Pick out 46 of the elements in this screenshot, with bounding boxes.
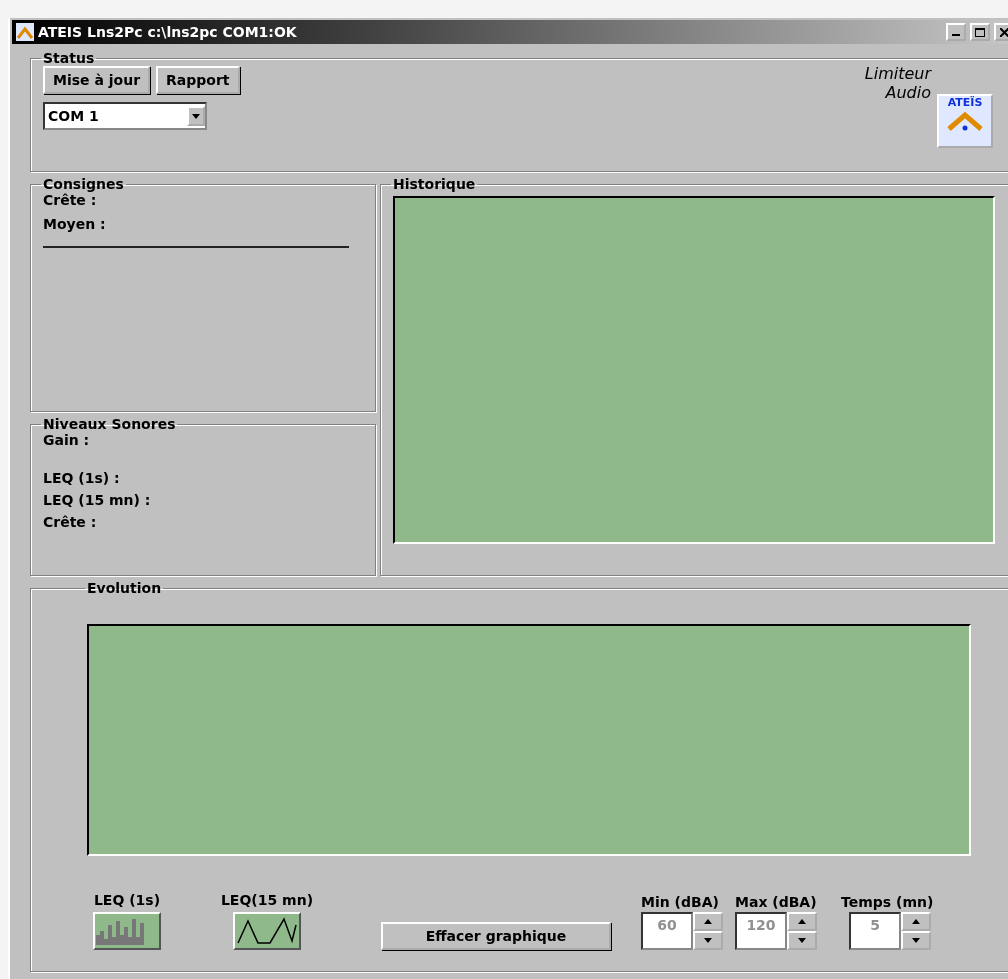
app-icon <box>16 23 34 41</box>
minimize-button[interactable] <box>946 23 966 41</box>
spin-up-button[interactable] <box>693 912 723 931</box>
group-title: Consignes <box>42 176 125 192</box>
close-button[interactable] <box>994 23 1008 41</box>
caret-icon <box>192 113 200 119</box>
roof-icon <box>945 109 985 133</box>
mode-label: LEQ(15 mn) <box>220 892 314 908</box>
port-dropdown[interactable]: COM 1 <box>43 102 207 130</box>
mode-label: LEQ (1s) <box>93 892 161 908</box>
field-label: Moyen : <box>43 216 107 232</box>
spin-up-button[interactable] <box>787 912 817 931</box>
down-arrow-icon <box>912 938 920 943</box>
toolbar-button[interactable]: Mise à jour <box>43 66 151 94</box>
field-label: LEQ (1s) : <box>43 470 121 486</box>
mode-button[interactable] <box>93 912 161 950</box>
spin-label: Min (dBA) <box>641 894 719 910</box>
up-arrow-icon <box>798 919 806 924</box>
spin-down-button[interactable] <box>693 931 723 950</box>
group-title: Niveaux Sonores <box>42 416 177 432</box>
brand-text: Limiteur <box>864 64 931 83</box>
clear-graph-button[interactable]: Effacer graphique <box>381 922 611 950</box>
field-label: Crête : <box>43 192 98 208</box>
group-title: Historique <box>392 176 477 192</box>
spin-up-button[interactable] <box>901 912 931 931</box>
up-arrow-icon <box>704 919 712 924</box>
logo-text: ATEÏS <box>947 96 983 109</box>
spin-label: Temps (mn) <box>841 894 934 910</box>
spin-label: Max (dBA) <box>735 894 817 910</box>
group-title: Evolution <box>86 580 163 596</box>
group-title: Status <box>42 50 96 66</box>
window-title: ATEIS Lns2Pc c:\lns2pc COM1:OK <box>38 24 298 40</box>
brand-text: Audio <box>885 83 931 102</box>
toolbar-button[interactable]: Rapport <box>156 66 240 94</box>
spin-down-button[interactable] <box>787 931 817 950</box>
mode-button[interactable] <box>233 912 301 950</box>
down-arrow-icon <box>704 938 712 943</box>
maximize-button[interactable] <box>970 23 990 41</box>
close-icon <box>999 27 1008 37</box>
field-label: Crête : <box>43 514 98 530</box>
field-label: LEQ (15 mn) : <box>43 492 152 508</box>
field-label: Gain : <box>43 432 91 448</box>
spin-down-button[interactable] <box>901 931 931 950</box>
maximize-icon <box>975 27 985 37</box>
down-arrow-icon <box>798 938 806 943</box>
up-arrow-icon <box>912 919 920 924</box>
